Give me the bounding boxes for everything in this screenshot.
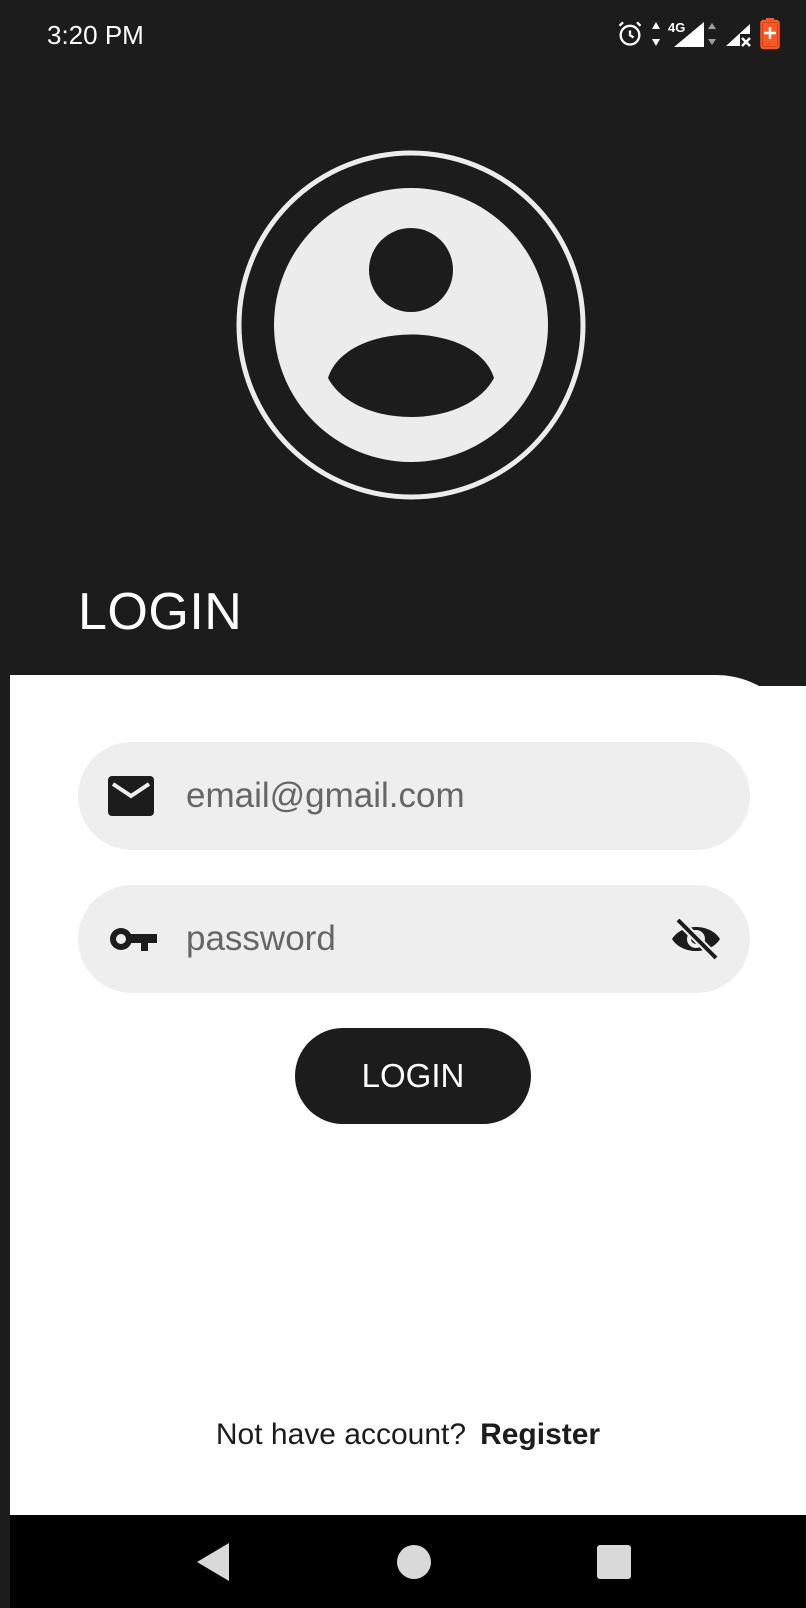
password-input[interactable] xyxy=(186,885,626,993)
system-nav-bar xyxy=(10,1515,806,1608)
signal-4g-icon: 4G xyxy=(668,20,718,48)
password-field[interactable] xyxy=(78,885,750,993)
signal-no-service-icon xyxy=(724,20,754,48)
key-icon xyxy=(108,925,158,953)
login-header: LOGIN xyxy=(10,66,806,686)
visibility-off-icon[interactable] xyxy=(670,917,722,961)
page-title: LOGIN xyxy=(78,583,243,641)
status-icons: 4G xyxy=(616,18,780,50)
home-icon[interactable] xyxy=(396,1544,432,1580)
recents-icon[interactable] xyxy=(596,1544,632,1580)
register-prompt-text: Not have account? xyxy=(215,1418,467,1451)
screen-edge xyxy=(0,0,10,1608)
login-button[interactable]: LOGIN xyxy=(295,1028,531,1124)
account-circle-icon xyxy=(236,150,586,505)
email-field[interactable] xyxy=(78,742,750,850)
email-input[interactable] xyxy=(186,742,626,850)
svg-text:4G: 4G xyxy=(668,20,685,35)
login-form-sheet: LOGIN Not have account? Register xyxy=(10,675,806,1515)
register-prompt: Not have account? Register xyxy=(10,1418,806,1452)
alarm-icon xyxy=(616,20,644,48)
register-link[interactable]: Register xyxy=(480,1418,600,1451)
data-arrows-icon xyxy=(650,21,662,47)
battery-charging-icon xyxy=(760,18,780,50)
status-time: 3:20 PM xyxy=(47,20,144,50)
status-bar: 3:20 PM 4G xyxy=(10,0,806,66)
back-icon[interactable] xyxy=(193,1541,233,1583)
mail-icon xyxy=(108,776,154,816)
